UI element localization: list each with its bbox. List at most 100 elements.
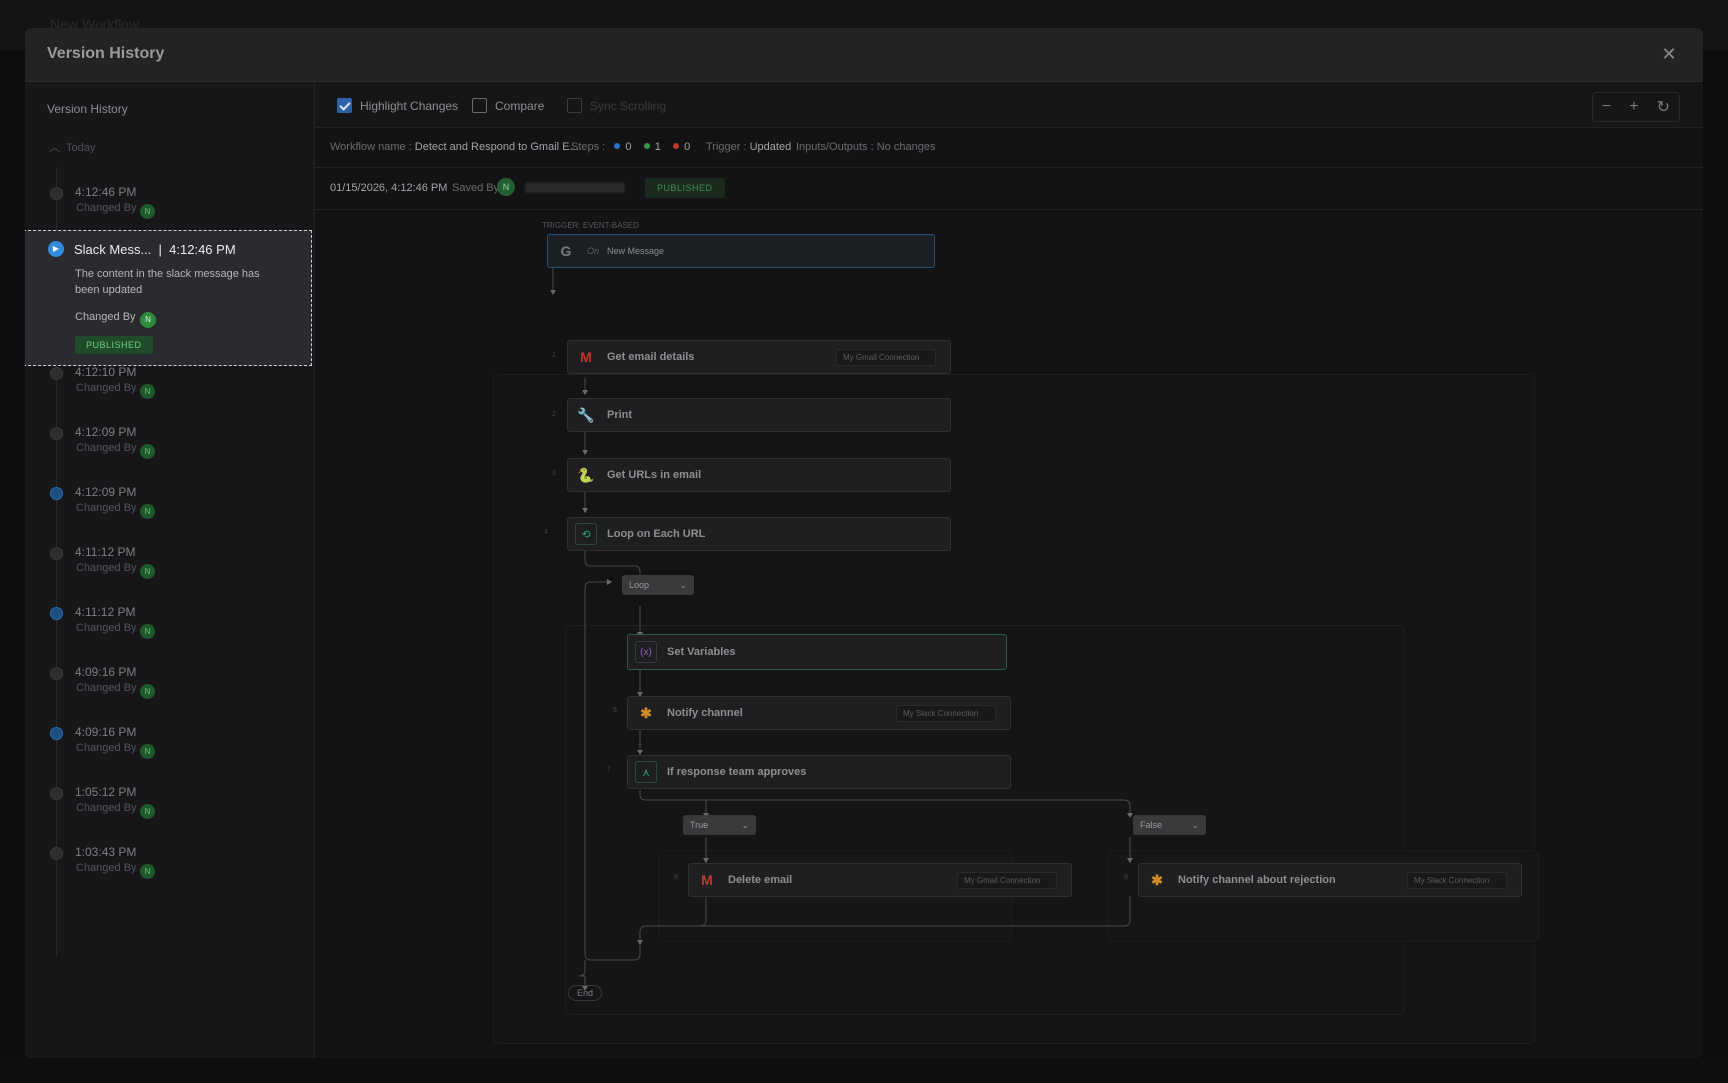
modified-dot-icon xyxy=(643,143,650,149)
version-sidebar: Version History ︿ Today 4:12:46 PM Change… xyxy=(25,82,315,1058)
clock-icon xyxy=(50,787,63,800)
workflow-name-value: Detect and Respond to Gmail E... xyxy=(414,141,579,153)
avatar: N xyxy=(140,444,155,459)
group-today[interactable]: ︿ Today xyxy=(49,139,95,155)
diff-view: Highlight Changes Compare Sync Scrolling… xyxy=(315,82,1703,1058)
step-label: Loop on Each URL xyxy=(607,528,706,540)
removed-dot-icon xyxy=(673,143,680,149)
highlight-changes-checkbox[interactable]: Highlight Changes xyxy=(337,98,458,113)
zoom-out-icon[interactable]: − xyxy=(1602,98,1611,116)
version-time: 4:12:09 PM xyxy=(75,485,137,499)
chevron-up-icon: ︿ xyxy=(49,142,60,154)
version-description: The content in the slack message has bee… xyxy=(75,268,260,296)
avatar: N xyxy=(140,744,155,759)
avatar: N xyxy=(140,624,155,639)
trigger-node[interactable]: G On New Message xyxy=(547,234,935,268)
python-icon: 🐍 xyxy=(577,466,595,483)
reset-icon[interactable]: ↻ xyxy=(1657,97,1670,117)
step-set-variables[interactable]: (x) Set Variables xyxy=(627,634,1007,670)
step-get-urls[interactable]: 🐍 Get URLs in email xyxy=(567,458,951,492)
separator: | xyxy=(158,242,162,257)
chevron-down-icon: ⌄ xyxy=(1191,820,1199,830)
steps-modified-count: 1 xyxy=(654,141,661,153)
highlight-changes-label: Highlight Changes xyxy=(360,98,459,113)
true-branch-dropdown[interactable]: True ⌄ xyxy=(683,815,756,835)
close-icon[interactable]: ✕ xyxy=(1657,42,1681,66)
saved-info-bar: 01/15/2026, 4:12:46 PM Saved By N PUBLIS… xyxy=(315,168,1703,210)
saved-by-label: Saved By xyxy=(452,182,500,194)
changed-by-label: Changed By xyxy=(76,382,137,394)
trigger-info: Trigger : Updated xyxy=(706,141,791,153)
version-time: 1:05:12 PM xyxy=(75,785,137,799)
clock-icon xyxy=(50,427,63,440)
changed-by-label: Changed By xyxy=(76,862,137,874)
step-delete-email[interactable]: M Delete email My Gmail Connection xyxy=(688,863,1072,897)
version-item[interactable]: 4:09:16 PM Changed By N xyxy=(25,665,315,723)
loop-dropdown[interactable]: Loop ⌄ xyxy=(622,575,694,595)
step-notify-channel[interactable]: ✱ Notify channel My Slack Connection xyxy=(627,696,1011,730)
end-marker: End xyxy=(568,985,603,1001)
selected-version-title: Slack Mess... xyxy=(74,242,152,257)
group-label-text: Today xyxy=(66,142,96,154)
changed-by-label: Changed By xyxy=(76,622,137,634)
step-label: Delete email xyxy=(728,874,793,886)
version-item[interactable]: 4:12:10 PM Changed By N xyxy=(25,365,315,423)
clock-icon xyxy=(50,187,63,200)
version-time: 4:12:46 PM xyxy=(75,185,137,199)
changed-by-label: Changed By xyxy=(75,311,136,323)
selected-version-card[interactable]: ▶ Slack Mess... | 4:12:46 PM The content… xyxy=(25,230,312,366)
version-item[interactable]: 4:11:12 PM Changed By N xyxy=(25,605,315,663)
modal-title: Version History xyxy=(47,45,165,62)
avatar: N xyxy=(497,178,515,196)
gmail-icon: M xyxy=(580,349,592,365)
version-item[interactable]: 4:09:16 PM Changed By N xyxy=(25,725,315,783)
step-number: 6 xyxy=(613,707,617,714)
publish-icon: ▶ xyxy=(48,241,64,257)
connection-badge: My Slack Connection xyxy=(1407,872,1507,889)
sync-scrolling-checkbox[interactable]: Sync Scrolling xyxy=(567,98,666,113)
selected-version-time: 4:12:46 PM xyxy=(169,242,236,257)
version-item[interactable]: 1:03:43 PM Changed By N xyxy=(25,845,315,903)
steps-added-count: 0 xyxy=(625,141,632,153)
version-item[interactable]: 4:11:12 PM Changed By N xyxy=(25,545,315,603)
connection-badge: My Gmail Connection xyxy=(957,872,1057,889)
changed-by-label: Changed By xyxy=(76,742,137,754)
step-notify-rejection[interactable]: ✱ Notify channel about rejection My Slac… xyxy=(1138,863,1522,897)
avatar: N xyxy=(140,384,155,399)
step-label: Notify channel xyxy=(667,707,743,719)
true-tag-label: True xyxy=(690,820,709,830)
version-time: 4:11:12 PM xyxy=(75,605,136,619)
changed-by-label: Changed By xyxy=(76,682,137,694)
version-item[interactable]: 4:12:09 PM Changed By N xyxy=(25,425,315,483)
app-bottombar xyxy=(0,1058,1728,1083)
step-print[interactable]: 🔧 Print xyxy=(567,398,951,432)
slack-icon: ✱ xyxy=(640,704,652,721)
step-number: 1 xyxy=(552,352,556,359)
version-time: 4:12:10 PM xyxy=(75,365,137,379)
chevron-down-icon: ⌄ xyxy=(741,820,749,830)
loop-icon: ⟲ xyxy=(575,523,597,545)
version-time: 4:09:16 PM xyxy=(75,725,137,739)
changed-by-label: Changed By xyxy=(76,502,137,514)
avatar: N xyxy=(140,684,155,699)
step-label: Print xyxy=(607,409,633,421)
zoom-in-icon[interactable]: + xyxy=(1629,98,1638,116)
false-branch-dropdown[interactable]: False ⌄ xyxy=(1133,815,1206,835)
step-if-approves[interactable]: ⋏ If response team approves xyxy=(627,755,1011,789)
version-item[interactable]: 4:12:09 PM Changed By N xyxy=(25,485,315,543)
version-time: 4:11:12 PM xyxy=(75,545,136,559)
compare-label: Compare xyxy=(495,98,545,113)
diff-toolbar: Highlight Changes Compare Sync Scrolling… xyxy=(315,82,1703,128)
google-icon: G xyxy=(560,243,572,259)
clock-icon xyxy=(50,667,63,680)
step-number: 7 xyxy=(607,766,611,773)
steps-removed-count: 0 xyxy=(684,141,691,153)
compare-checkbox[interactable]: Compare xyxy=(472,98,544,113)
avatar: N xyxy=(140,864,155,879)
step-loop-each-url[interactable]: ⟲ Loop on Each URL xyxy=(567,517,951,551)
step-get-email-details[interactable]: M Get email details My Gmail Connection xyxy=(567,340,951,374)
version-item[interactable]: 1:05:12 PM Changed By N xyxy=(25,785,315,843)
publish-icon xyxy=(50,727,63,740)
branch-icon: ⋏ xyxy=(635,761,657,783)
connection-badge: My Gmail Connection xyxy=(836,349,936,366)
